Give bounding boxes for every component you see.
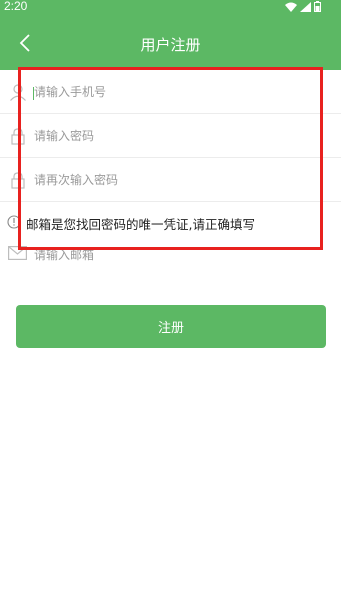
- signal-icon: [300, 1, 311, 12]
- password-input[interactable]: [34, 124, 314, 148]
- register-button[interactable]: 注册: [16, 305, 326, 348]
- phone-row: [0, 70, 341, 114]
- status-time: 2:20: [4, 0, 28, 13]
- status-bar: 2:20: [0, 0, 341, 15]
- phone-input[interactable]: [34, 80, 314, 104]
- app-bar: 用户注册: [0, 15, 341, 70]
- password-confirm-input[interactable]: [34, 168, 314, 192]
- lock-icon: [11, 128, 25, 145]
- status-icons: [285, 1, 321, 12]
- registration-form: [0, 70, 341, 202]
- wifi-icon: [285, 2, 297, 12]
- battery-icon: [314, 1, 321, 12]
- email-row: [0, 242, 341, 268]
- page-title: 用户注册: [140, 36, 201, 54]
- email-hint: 邮箱是您找回密码的唯一凭证,请正确填写: [0, 207, 341, 237]
- email-input[interactable]: [34, 245, 294, 265]
- password-row: [0, 114, 341, 158]
- mail-icon: [8, 246, 27, 260]
- info-icon: [7, 215, 21, 229]
- hint-text: 邮箱是您找回密码的唯一凭证,请正确填写: [26, 217, 255, 232]
- lock-icon: [11, 172, 25, 189]
- user-icon: [10, 84, 26, 101]
- password-confirm-row: [0, 158, 341, 202]
